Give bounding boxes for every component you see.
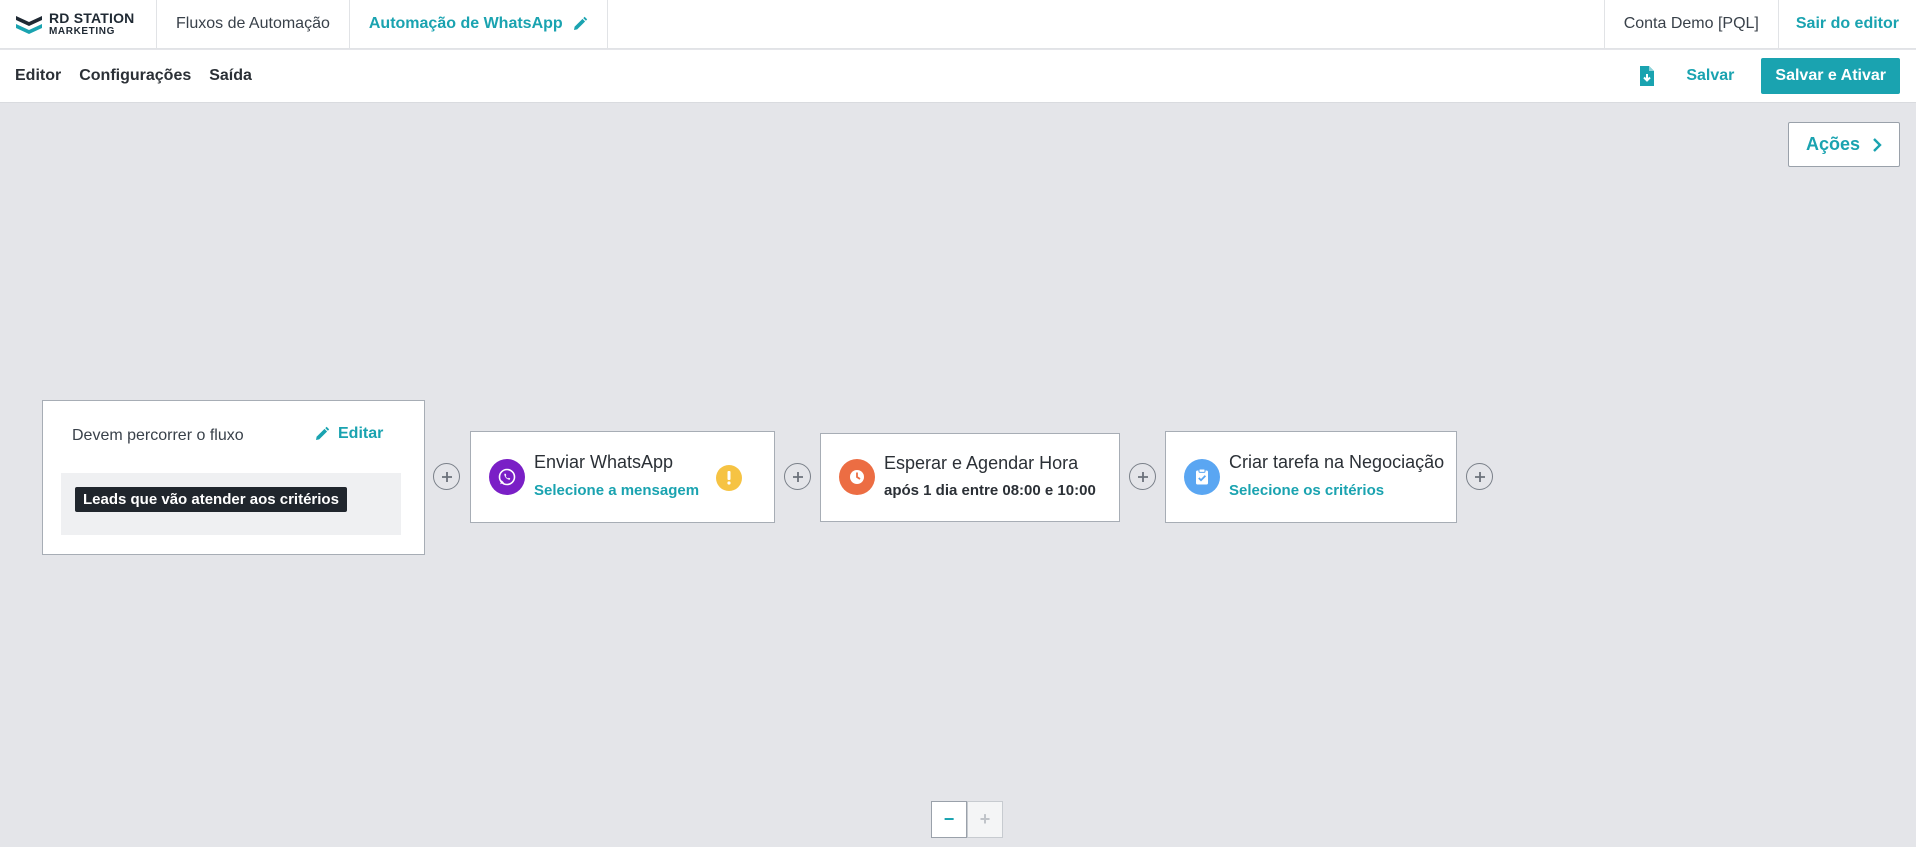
zoom-in-button[interactable]: + <box>967 801 1003 838</box>
add-step-button[interactable] <box>784 463 811 490</box>
exit-editor-link[interactable]: Sair do editor <box>1779 0 1916 48</box>
edit-entry-button[interactable]: Editar <box>314 425 383 443</box>
step-title: Enviar WhatsApp <box>534 452 674 472</box>
actions-label: Ações <box>1805 134 1861 154</box>
whatsapp-icon <box>489 459 525 495</box>
brand-logo[interactable]: RD STATION MARKETING <box>0 0 157 48</box>
criteria-pill[interactable]: Leads que vão atender aos critérios <box>75 487 347 512</box>
brand-line1: RD STATION <box>49 10 135 26</box>
nav-automation-flows[interactable]: Fluxos de Automação <box>157 0 350 48</box>
tab-exit[interactable]: Saída <box>209 67 252 85</box>
select-message-link[interactable]: Selecione a mensagem <box>534 482 699 499</box>
entry-title: Devem percorrer o fluxo <box>72 427 244 444</box>
add-step-button[interactable] <box>1129 463 1156 490</box>
tab-settings[interactable]: Configurações <box>79 67 191 85</box>
plus-icon <box>792 471 803 482</box>
clipboard-check-icon <box>1184 459 1220 495</box>
step-title: Esperar e Agendar Hora <box>884 453 1079 473</box>
step-create-deal-task[interactable]: Criar tarefa na Negociação Selecione os … <box>1165 431 1457 523</box>
current-flow-title[interactable]: Automação de WhatsApp <box>350 0 608 48</box>
pencil-icon[interactable] <box>572 16 588 32</box>
wait-schedule-detail: após 1 dia entre 08:00 e 10:00 <box>884 482 1096 499</box>
warning-icon <box>716 465 742 491</box>
zoom-out-button[interactable]: − <box>931 801 967 838</box>
download-file-icon[interactable] <box>1638 66 1656 86</box>
tab-editor[interactable]: Editor <box>15 67 61 85</box>
clock-icon <box>839 459 875 495</box>
criteria-box: Leads que vão atender aos critérios <box>61 473 401 535</box>
plus-icon <box>1474 471 1485 482</box>
select-criteria-link[interactable]: Selecione os critérios <box>1229 482 1384 499</box>
brand-line2: MARKETING <box>49 26 115 37</box>
step-send-whatsapp[interactable]: Enviar WhatsApp Selecione a mensagem <box>470 431 775 523</box>
plus-icon <box>1137 471 1148 482</box>
chevron-right-icon <box>1873 137 1882 152</box>
rd-station-logo-icon <box>16 16 42 34</box>
save-button[interactable]: Salvar <box>1686 67 1734 85</box>
step-wait-schedule[interactable]: Esperar e Agendar Hora após 1 dia entre … <box>820 433 1120 522</box>
top-header: RD STATION MARKETING Fluxos de Automação… <box>0 0 1916 49</box>
actions-button[interactable]: Ações <box>1788 122 1900 167</box>
account-name[interactable]: Conta Demo [PQL] <box>1603 0 1779 48</box>
editor-toolbar: Editor Configurações Saída Salvar Salvar… <box>0 50 1916 103</box>
entry-criteria-card[interactable]: Devem percorrer o fluxo Editar Leads que… <box>42 400 425 555</box>
step-title: Criar tarefa na Negociação <box>1229 452 1445 472</box>
pencil-icon <box>316 426 330 440</box>
edit-label: Editar <box>338 425 384 442</box>
plus-icon <box>441 471 452 482</box>
add-step-button[interactable] <box>433 463 460 490</box>
add-step-button[interactable] <box>1466 463 1493 490</box>
current-flow-name: Automação de WhatsApp <box>368 15 563 32</box>
save-and-activate-button[interactable]: Salvar e Ativar <box>1761 58 1900 94</box>
